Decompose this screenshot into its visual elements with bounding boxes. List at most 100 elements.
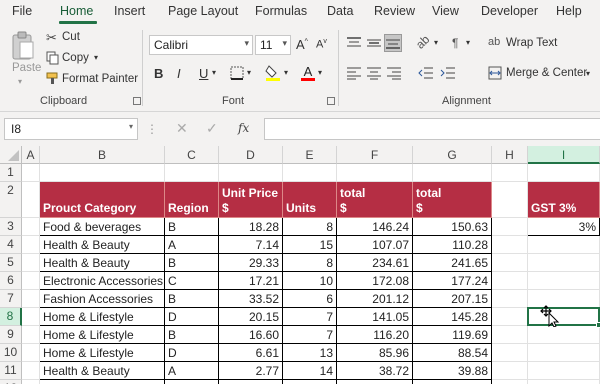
table-cell[interactable]: 10 [283,380,337,384]
format-painter-button[interactable]: Format Painter [62,73,138,85]
gst-label-cell[interactable]: GST 3% [528,182,600,218]
font-dialog-launcher-icon[interactable] [327,97,335,105]
cell[interactable] [22,182,40,218]
cell[interactable] [528,254,600,272]
table-cell[interactable]: A [165,362,219,380]
cell[interactable] [22,236,40,254]
active-cell-selection[interactable] [527,307,600,328]
table-cell[interactable]: 20.15 [219,308,283,326]
fill-handle[interactable] [596,322,600,328]
cell[interactable] [492,272,528,290]
confirm-entry-icon[interactable]: ✓ [206,120,218,137]
table-cell[interactable]: Home & Lifestyle [40,326,165,344]
align-top-icon[interactable] [346,36,362,50]
row-header-4[interactable]: 4 [0,236,22,254]
clipboard-dialog-launcher-icon[interactable] [133,97,141,105]
table-cell[interactable]: 33.52 [219,290,283,308]
cell[interactable] [492,164,528,182]
font-color-dropdown-icon[interactable]: ▾ [318,68,322,77]
table-cell[interactable]: 29.33 [219,254,283,272]
table-cell[interactable]: 85.96 [337,344,413,362]
table-header-cell[interactable]: Pre-tax total $ [337,182,413,218]
cell[interactable] [528,236,600,254]
table-cell[interactable]: 207.15 [413,290,492,308]
table-cell[interactable]: D [165,308,219,326]
underline-button[interactable]: U [199,66,208,81]
table-cell[interactable]: 38.72 [337,362,413,380]
cell[interactable] [492,236,528,254]
increase-indent-icon[interactable] [440,66,456,80]
table-cell[interactable]: B [165,254,219,272]
table-cell[interactable]: 107.07 [337,236,413,254]
cell[interactable] [528,362,600,380]
font-name-select[interactable]: Calibri ▾ [149,35,253,55]
chevron-down-icon[interactable]: ▾ [129,122,133,131]
cell[interactable] [413,164,492,182]
column-header-e[interactable]: E [283,146,337,164]
cell[interactable] [219,164,283,182]
align-right-icon[interactable] [386,66,402,80]
cell[interactable] [22,254,40,272]
table-cell[interactable]: 116.20 [337,326,413,344]
cell[interactable] [22,344,40,362]
cell[interactable] [22,290,40,308]
paste-button[interactable]: Paste [12,62,41,74]
cell[interactable] [492,380,528,384]
table-cell[interactable]: D [165,344,219,362]
tab-help[interactable]: Help [556,4,582,18]
table-cell[interactable]: 7 [283,326,337,344]
wrap-text-icon[interactable]: ab [488,36,500,48]
cell[interactable] [22,380,40,384]
formula-input[interactable] [264,118,600,140]
tab-home[interactable]: Home [60,4,93,18]
table-cell[interactable]: 16.60 [219,326,283,344]
table-cell[interactable]: 13 [283,344,337,362]
tab-review[interactable]: Review [374,4,415,18]
gst-value-cell[interactable]: 3% [528,218,600,236]
orientation-dropdown-icon[interactable]: ▾ [434,38,438,47]
table-cell[interactable]: 201.12 [337,290,413,308]
font-color-icon[interactable]: A [301,64,315,82]
column-header-h[interactable]: H [492,146,528,164]
cell[interactable] [22,362,40,380]
table-cell[interactable]: Health & Beauty [40,254,165,272]
column-header-c[interactable]: C [165,146,219,164]
column-header-i[interactable]: I [528,146,600,164]
cell[interactable] [528,326,600,344]
table-cell[interactable]: Health & Beauty [40,362,165,380]
row-header-2[interactable]: 2 [0,182,22,218]
row-header-11[interactable]: 11 [0,362,22,380]
table-cell[interactable]: Fashion Accessories [40,290,165,308]
italic-button[interactable]: I [177,66,181,81]
table-cell[interactable]: B [165,218,219,236]
cell[interactable] [492,254,528,272]
cell[interactable] [40,164,165,182]
cell[interactable] [22,164,40,182]
table-cell[interactable]: 176.72 [337,380,413,384]
copy-icon[interactable] [46,51,59,65]
table-header-cell[interactable]: Units [283,182,337,218]
tab-view[interactable]: View [432,4,459,18]
orientation-icon[interactable]: ab [413,32,432,51]
table-cell[interactable]: 241.65 [413,254,492,272]
table-cell[interactable]: 172.08 [337,272,413,290]
table-cell[interactable]: 182.02 [413,380,492,384]
cut-button[interactable]: Cut [62,31,80,43]
table-cell[interactable]: 14 [283,362,337,380]
wrap-text-button[interactable]: Wrap Text [506,37,557,49]
row-header-10[interactable]: 10 [0,344,22,362]
column-header-g[interactable]: G [413,146,492,164]
borders-dropdown-icon[interactable]: ▾ [247,68,251,77]
bold-button[interactable]: B [154,66,163,81]
tab-insert[interactable]: Insert [114,4,145,18]
table-cell[interactable]: Electronic Accessories [40,272,165,290]
row-header-12[interactable]: 12 [0,380,22,384]
cell[interactable] [22,326,40,344]
table-cell[interactable]: 10 [283,272,337,290]
copy-dropdown-icon[interactable]: ▾ [94,53,98,62]
row-header-3[interactable]: 3 [0,218,22,236]
cell[interactable] [528,290,600,308]
row-header-8[interactable]: 8 [0,308,22,326]
table-cell[interactable]: 17.21 [219,272,283,290]
table-cell[interactable]: Home & Lifestyle [40,308,165,326]
